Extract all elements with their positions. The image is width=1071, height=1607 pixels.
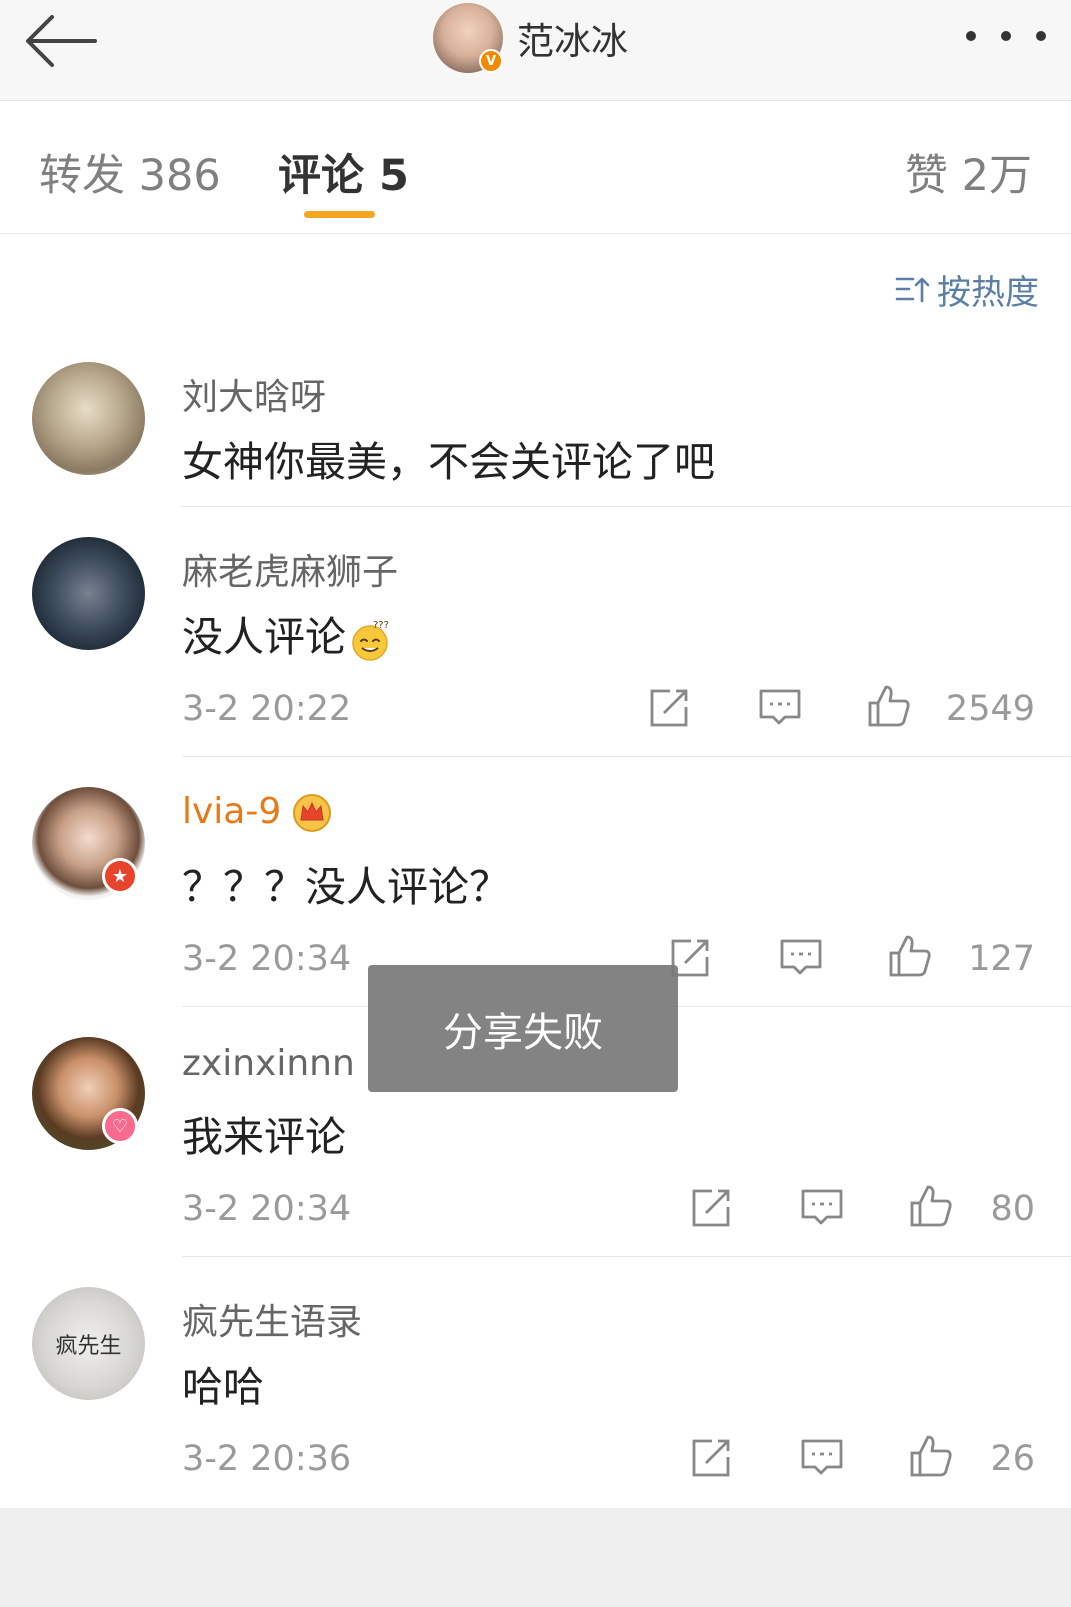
comment-text: ？？？没人评论？ (182, 863, 510, 911)
verified-badge: V (479, 49, 503, 73)
more-dots-icon (966, 31, 976, 41)
username-label: lvia-9 (182, 791, 282, 832)
like-count: 26 (990, 1439, 1035, 1479)
comment-text: 没人评论 ??? (182, 603, 392, 663)
comment-text: 女神你最美，不会关评论了吧 (182, 438, 715, 486)
comment-time: 3-2 20:34 (182, 939, 352, 979)
divider (182, 506, 1071, 507)
reply-button[interactable] (778, 935, 824, 981)
comment-username[interactable]: 刘大晗呀 (182, 368, 326, 420)
share-button[interactable] (688, 1435, 734, 1481)
like-button[interactable] (908, 1183, 954, 1229)
like-button[interactable] (908, 1433, 954, 1479)
more-options-button[interactable] (966, 18, 1046, 54)
profile-title[interactable]: V 范冰冰 (433, 2, 628, 74)
more-dots-icon (1036, 31, 1046, 41)
avatar[interactable] (32, 537, 145, 650)
like-button[interactable] (866, 683, 912, 729)
avatar-handwriting: 疯先生 (55, 1333, 122, 1359)
like-count: 2549 (945, 689, 1035, 729)
reply-button[interactable] (799, 1435, 845, 1481)
comment-icon (759, 689, 801, 725)
comment-time: 3-2 20:22 (182, 689, 352, 729)
comment-username[interactable]: 麻老虎麻狮子 (182, 543, 398, 595)
avatar[interactable] (32, 362, 145, 475)
like-button[interactable] (887, 933, 933, 979)
tab-likes[interactable]: 赞 2万 (905, 141, 1032, 203)
comment-text: 哈哈 (182, 1363, 264, 1411)
comment-time: 3-2 20:36 (182, 1439, 352, 1479)
comment-username[interactable]: lvia-9 (182, 791, 333, 834)
avatar[interactable]: 疯先生 (32, 1287, 145, 1400)
like-count: 80 (990, 1189, 1035, 1229)
divider (182, 756, 1071, 757)
more-dots-icon (1001, 31, 1011, 41)
divider (182, 1256, 1071, 1257)
share-button[interactable] (646, 685, 692, 731)
reply-button[interactable] (757, 685, 803, 731)
star-badge-icon: ★ (102, 858, 138, 894)
comment-username[interactable]: zxinxinnn (182, 1043, 355, 1084)
back-button[interactable] (22, 8, 102, 68)
like-count: 127 (968, 939, 1035, 979)
comment-username[interactable]: 疯先生语录 (182, 1293, 362, 1345)
comment-time: 3-2 20:34 (182, 1189, 352, 1229)
confused-emoji-icon: ??? (352, 620, 389, 661)
page-title: 范冰冰 (517, 20, 628, 63)
bunny-badge-icon: ♡ (102, 1108, 138, 1144)
comment-icon (801, 1189, 843, 1225)
comment-text: 我来评论 (182, 1113, 346, 1161)
tab-bar: 转发 386 评论 5 赞 2万 (0, 101, 1071, 234)
bottom-area (0, 1508, 1071, 1607)
thumbs-up-icon (889, 935, 931, 977)
toast-message: 分享失败 (368, 965, 678, 1092)
active-tab-indicator (304, 211, 375, 218)
comment-icon (780, 939, 822, 975)
share-button[interactable] (688, 1185, 734, 1231)
share-icon (692, 1189, 730, 1227)
sort-icon (895, 277, 930, 302)
thumbs-up-icon (868, 685, 910, 727)
svg-text:???: ??? (373, 620, 389, 631)
thumbs-up-icon (910, 1435, 952, 1477)
share-icon (692, 1439, 730, 1477)
top-bar: V 范冰冰 (0, 0, 1071, 101)
comment-text-content: 没人评论 (182, 613, 346, 661)
sort-button[interactable]: 按热度 (895, 265, 1039, 314)
thumbs-up-icon (910, 1185, 952, 1227)
sort-label: 按热度 (937, 273, 1039, 313)
tab-comments[interactable]: 评论 5 (278, 141, 409, 203)
avatar[interactable]: V (433, 3, 503, 73)
reply-button[interactable] (799, 1185, 845, 1231)
crown-icon (293, 794, 332, 832)
tab-repost[interactable]: 转发 386 (39, 141, 221, 203)
comment-icon (801, 1439, 843, 1475)
arrow-left-icon (26, 15, 97, 67)
share-icon (650, 689, 688, 727)
